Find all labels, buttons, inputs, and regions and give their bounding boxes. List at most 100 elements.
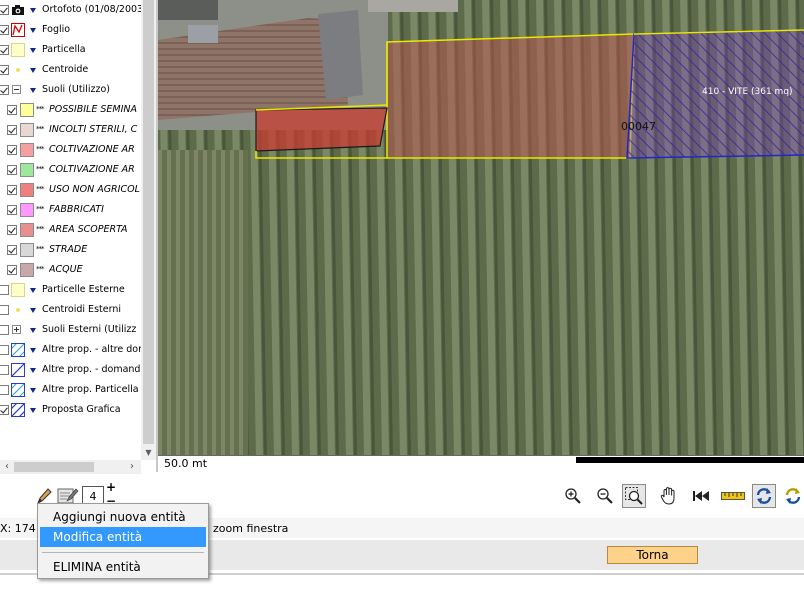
layer-label: Particelle Esterne [42,284,125,295]
expand-plus-icon[interactable] [12,325,21,334]
parcel-label: 00047 [621,120,656,133]
layer-menu-arrow-icon[interactable] [30,368,36,373]
scroll-right-arrow-icon[interactable]: › [125,460,139,474]
sublayer-row[interactable]: *** USO NON AGRICOL [0,180,141,200]
scale-bar-graphic [576,457,804,463]
layer-checkbox[interactable] [0,365,9,375]
hatch-blue-icon [7,379,29,401]
sublayer-row[interactable]: *** POSSIBILE SEMINA [0,100,141,120]
layer-row-centroide[interactable]: Centroide [0,60,141,80]
sublayer-row[interactable]: *** COLTIVAZIONE AR [0,140,141,160]
menu-item-modifica[interactable]: Modifica entità [40,527,206,547]
layer-menu-arrow-icon[interactable] [30,8,36,13]
layer-checkbox[interactable] [0,345,9,355]
page-increment-button[interactable]: + [106,481,116,493]
pan-hand-icon[interactable] [657,484,681,508]
layer-label: Altre prop. Particella [42,384,139,395]
sublayer-row[interactable]: *** COLTIVAZIONE AR [0,160,141,180]
layer-row-ortofoto[interactable]: Ortofoto (01/08/2003 [0,0,141,20]
layer-menu-arrow-icon[interactable] [30,308,36,313]
scrollbar-thumb[interactable] [14,462,94,472]
layer-row-suoli[interactable]: Suoli (Utilizzo) [0,80,141,100]
layer-row-centroidi-esterni[interactable]: Centroidi Esterni [0,300,141,320]
layer-label: Foglio [42,24,71,35]
collapse-minus-icon[interactable] [12,85,21,94]
sublayer-row[interactable]: *** INCOLTI STERILI, C [0,120,141,140]
polygon-red-outline-icon [11,23,25,37]
vineyard-left-field [158,150,248,455]
layer-vertical-scrollbar[interactable]: ▼ [141,0,156,460]
sublayer-row[interactable]: *** AREA SCOPERTA [0,220,141,240]
zoom-out-icon[interactable] [593,484,617,508]
layer-row-altre-prop-particella[interactable]: Altre prop. Particella [0,379,141,401]
map-view[interactable]: 00047 410 - VITE (361 mq) 50.0 mt [156,0,804,472]
sublayer-label: POSSIBILE SEMINA [49,104,138,115]
sublayer-checkbox[interactable] [7,165,17,175]
parcel-lateral-polygon[interactable] [255,107,388,152]
layer-menu-arrow-icon[interactable] [30,68,36,73]
cursor-coordinates: X: 174 [0,522,36,535]
menu-item-elimina[interactable]: ELIMINA entità [40,557,206,577]
layer-menu-arrow-icon[interactable] [30,288,36,293]
sublayer-checkbox[interactable] [7,185,17,195]
layer-menu-arrow-icon[interactable] [30,48,36,53]
layer-menu-arrow-icon[interactable] [30,388,36,393]
orthophoto-map[interactable]: 00047 410 - VITE (361 mq) [158,0,804,455]
layer-row-altre-prop-domand[interactable]: Altre prop. - domand [0,360,141,380]
sublayer-checkbox[interactable] [7,125,17,135]
layer-label: Centroidi Esterni [42,304,121,315]
layer-tree: Ortofoto (01/08/2003 Foglio Particella C… [0,0,141,460]
sublayer-checkbox[interactable] [7,225,17,235]
previous-extent-icon[interactable] [689,484,713,508]
scroll-left-arrow-icon[interactable]: ‹ [0,460,14,474]
layer-checkbox[interactable] [0,85,9,95]
layer-checkbox[interactable] [0,325,9,335]
sublayer-checkbox[interactable] [7,105,17,115]
refresh-alt-icon[interactable] [781,484,804,508]
scroll-down-arrow-icon[interactable]: ▼ [141,446,156,460]
sublayer-row[interactable]: *** ACQUE [0,260,141,280]
layer-checkbox[interactable] [0,5,9,15]
layer-checkbox[interactable] [0,285,9,295]
layer-checkbox[interactable] [0,65,9,75]
layer-menu-arrow-icon[interactable] [30,88,36,93]
zoom-in-icon[interactable] [561,484,585,508]
stars-icon: *** [36,165,44,173]
layer-horizontal-scrollbar[interactable]: ‹ › [0,460,141,474]
layer-row-particella[interactable]: Particella [0,40,141,60]
layer-checkbox[interactable] [0,45,9,55]
parcel-00047-polygon[interactable] [386,33,635,159]
polygon-yellow-outline-icon [11,283,25,297]
sublayer-row[interactable]: *** STRADE [0,240,141,260]
scrollbar-thumb[interactable] [143,0,154,444]
scale-bar: 50.0 mt [158,455,804,472]
layer-row-altre-prop-altre[interactable]: Altre prop. - altre dom [0,339,141,361]
layer-row-foglio[interactable]: Foglio [0,20,141,40]
layer-menu-arrow-icon[interactable] [30,408,36,413]
layer-checkbox[interactable] [0,385,9,395]
menu-item-aggiungi[interactable]: Aggiungi nuova entità [40,507,206,527]
zoom-window-icon[interactable] [622,484,646,508]
torna-button[interactable]: Torna [607,546,698,564]
layer-checkbox[interactable] [0,25,9,35]
measure-ruler-icon[interactable] [721,484,745,508]
layer-checkbox[interactable] [0,305,9,315]
polygon-yellow-outline-icon [11,43,25,57]
color-swatch-icon [20,143,34,157]
layer-menu-arrow-icon[interactable] [30,348,36,353]
sublayer-checkbox[interactable] [7,205,17,215]
color-swatch-icon [20,223,34,237]
layer-menu-arrow-icon[interactable] [30,28,36,33]
stars-icon: *** [36,225,44,233]
layer-row-particelle-esterne[interactable]: Particelle Esterne [0,280,141,300]
sublayer-row[interactable]: *** FABBRICATI [0,200,141,220]
refresh-icon[interactable] [752,484,776,508]
sublayer-checkbox[interactable] [7,245,17,255]
layer-menu-arrow-icon[interactable] [30,328,36,333]
layer-checkbox[interactable] [0,405,9,415]
sublayer-checkbox[interactable] [7,145,17,155]
layer-row-suoli-esterni[interactable]: Suoli Esterni (Utilizz [0,320,141,340]
layer-row-proposta-grafica[interactable]: Proposta Grafica [0,399,141,421]
building-top [368,0,458,12]
sublayer-checkbox[interactable] [7,265,17,275]
